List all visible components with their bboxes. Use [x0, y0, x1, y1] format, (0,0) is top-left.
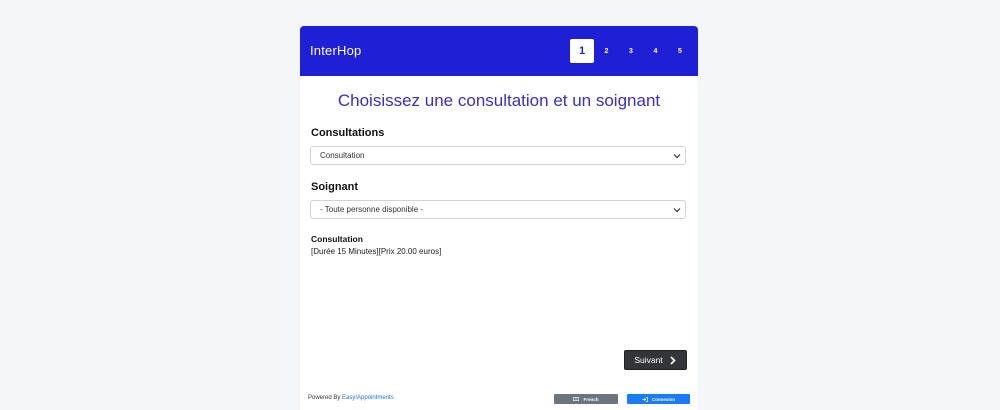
soignant-select[interactable]: - Toute personne disponible - — [310, 200, 686, 219]
next-button-label: Suivant — [634, 355, 663, 365]
easyappointments-link[interactable]: Easy!Appointments — [342, 395, 394, 401]
consultations-selected-value: Consultation — [320, 151, 365, 160]
service-info-detail: [Durée 15 Minutes][Prix 20.00 euros] — [311, 247, 442, 256]
sign-in-icon — [642, 396, 648, 402]
soignant-selected-value: - Toute personne disponible - — [320, 205, 424, 214]
login-button[interactable]: Connexion — [627, 394, 690, 404]
language-label: French — [583, 396, 599, 402]
chevron-right-icon — [670, 355, 676, 365]
next-button[interactable]: Suivant — [624, 350, 687, 370]
chevron-down-icon — [673, 208, 681, 213]
powered-by-text: Powered By — [308, 395, 343, 401]
step-5[interactable]: 5 — [668, 39, 692, 63]
step-2[interactable]: 2 — [595, 39, 619, 63]
consultations-select[interactable]: Consultation — [310, 146, 686, 165]
language-button[interactable]: French — [554, 394, 618, 404]
step-1[interactable]: 1 — [570, 39, 594, 63]
login-label: Connexion — [651, 396, 676, 402]
page-title: Choisissez une consultation et un soigna… — [337, 91, 661, 110]
step-3[interactable]: 3 — [619, 39, 643, 63]
step-4[interactable]: 4 — [644, 39, 668, 63]
chevron-down-icon — [673, 154, 681, 159]
soignant-label: Soignant — [311, 181, 359, 193]
language-icon — [573, 397, 580, 401]
wizard-header: InterHop 1 2 3 4 5 — [300, 26, 698, 76]
service-info-title: Consultation — [311, 234, 363, 244]
powered-by: Powered By Easy!Appointments — [308, 395, 394, 401]
wizard-steps: 1 2 3 4 5 — [570, 39, 693, 63]
brand-name: InterHop — [310, 43, 362, 58]
consultations-label: Consultations — [311, 127, 385, 139]
booking-panel: InterHop 1 2 3 4 5 Choisissez une consul… — [300, 26, 698, 410]
